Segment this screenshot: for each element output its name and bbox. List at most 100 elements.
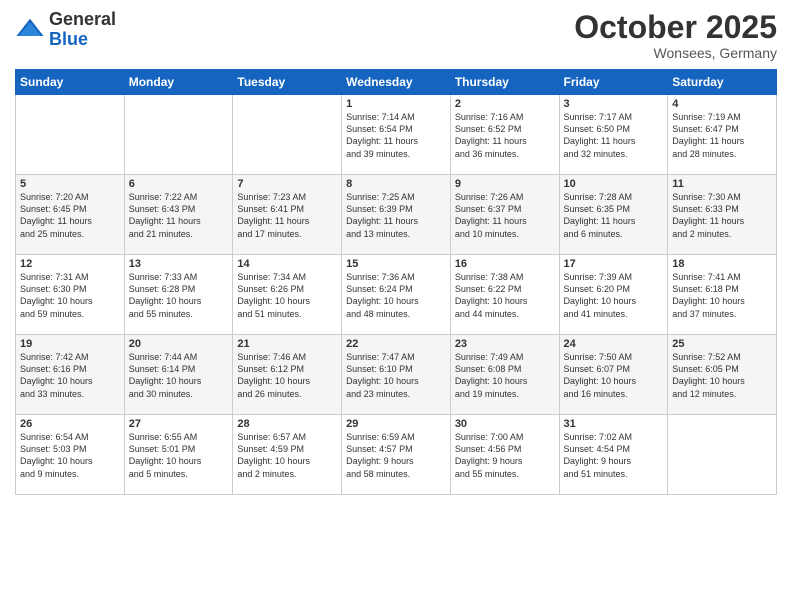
calendar-cell-2-6: 18Sunrise: 7:41 AM Sunset: 6:18 PM Dayli… [668,255,777,335]
day-info: Sunrise: 7:14 AM Sunset: 6:54 PM Dayligh… [346,111,446,160]
calendar-cell-1-2: 7Sunrise: 7:23 AM Sunset: 6:41 PM Daylig… [233,175,342,255]
calendar-cell-1-6: 11Sunrise: 7:30 AM Sunset: 6:33 PM Dayli… [668,175,777,255]
calendar-cell-2-2: 14Sunrise: 7:34 AM Sunset: 6:26 PM Dayli… [233,255,342,335]
calendar-cell-4-4: 30Sunrise: 7:00 AM Sunset: 4:56 PM Dayli… [450,415,559,495]
day-info: Sunrise: 7:17 AM Sunset: 6:50 PM Dayligh… [564,111,664,160]
day-number: 12 [20,258,120,270]
calendar-week-1: 1Sunrise: 7:14 AM Sunset: 6:54 PM Daylig… [16,95,777,175]
calendar-cell-2-1: 13Sunrise: 7:33 AM Sunset: 6:28 PM Dayli… [124,255,233,335]
col-wednesday: Wednesday [342,70,451,95]
day-number: 22 [346,338,446,350]
day-number: 4 [672,98,772,110]
day-number: 3 [564,98,664,110]
day-info: Sunrise: 7:34 AM Sunset: 6:26 PM Dayligh… [237,271,337,320]
calendar-cell-3-5: 24Sunrise: 7:50 AM Sunset: 6:07 PM Dayli… [559,335,668,415]
day-info: Sunrise: 7:31 AM Sunset: 6:30 PM Dayligh… [20,271,120,320]
day-info: Sunrise: 7:23 AM Sunset: 6:41 PM Dayligh… [237,191,337,240]
calendar-cell-2-3: 15Sunrise: 7:36 AM Sunset: 6:24 PM Dayli… [342,255,451,335]
logo-text: General Blue [49,10,116,50]
calendar-cell-4-2: 28Sunrise: 6:57 AM Sunset: 4:59 PM Dayli… [233,415,342,495]
logo-icon [15,15,45,45]
day-info: Sunrise: 7:39 AM Sunset: 6:20 PM Dayligh… [564,271,664,320]
day-info: Sunrise: 7:49 AM Sunset: 6:08 PM Dayligh… [455,351,555,400]
day-number: 27 [129,418,229,430]
calendar-cell-4-5: 31Sunrise: 7:02 AM Sunset: 4:54 PM Dayli… [559,415,668,495]
calendar-cell-1-3: 8Sunrise: 7:25 AM Sunset: 6:39 PM Daylig… [342,175,451,255]
calendar-week-4: 19Sunrise: 7:42 AM Sunset: 6:16 PM Dayli… [16,335,777,415]
calendar-cell-0-6: 4Sunrise: 7:19 AM Sunset: 6:47 PM Daylig… [668,95,777,175]
day-number: 18 [672,258,772,270]
day-number: 19 [20,338,120,350]
day-info: Sunrise: 7:00 AM Sunset: 4:56 PM Dayligh… [455,431,555,480]
day-number: 11 [672,178,772,190]
day-info: Sunrise: 7:41 AM Sunset: 6:18 PM Dayligh… [672,271,772,320]
calendar-header-row: Sunday Monday Tuesday Wednesday Thursday… [16,70,777,95]
day-number: 10 [564,178,664,190]
calendar-cell-4-3: 29Sunrise: 6:59 AM Sunset: 4:57 PM Dayli… [342,415,451,495]
day-info: Sunrise: 7:44 AM Sunset: 6:14 PM Dayligh… [129,351,229,400]
page: General Blue October 2025 Wonsees, Germa… [0,0,792,612]
calendar-cell-3-0: 19Sunrise: 7:42 AM Sunset: 6:16 PM Dayli… [16,335,125,415]
day-number: 26 [20,418,120,430]
day-number: 14 [237,258,337,270]
day-number: 1 [346,98,446,110]
day-info: Sunrise: 7:46 AM Sunset: 6:12 PM Dayligh… [237,351,337,400]
day-info: Sunrise: 7:50 AM Sunset: 6:07 PM Dayligh… [564,351,664,400]
calendar-cell-4-0: 26Sunrise: 6:54 AM Sunset: 5:03 PM Dayli… [16,415,125,495]
day-number: 24 [564,338,664,350]
day-number: 20 [129,338,229,350]
calendar-cell-1-4: 9Sunrise: 7:26 AM Sunset: 6:37 PM Daylig… [450,175,559,255]
col-thursday: Thursday [450,70,559,95]
day-info: Sunrise: 7:19 AM Sunset: 6:47 PM Dayligh… [672,111,772,160]
day-number: 13 [129,258,229,270]
calendar-cell-2-4: 16Sunrise: 7:38 AM Sunset: 6:22 PM Dayli… [450,255,559,335]
day-number: 2 [455,98,555,110]
day-info: Sunrise: 6:55 AM Sunset: 5:01 PM Dayligh… [129,431,229,480]
col-sunday: Sunday [16,70,125,95]
calendar-cell-4-6 [668,415,777,495]
day-number: 5 [20,178,120,190]
day-info: Sunrise: 7:33 AM Sunset: 6:28 PM Dayligh… [129,271,229,320]
calendar-cell-3-4: 23Sunrise: 7:49 AM Sunset: 6:08 PM Dayli… [450,335,559,415]
day-number: 30 [455,418,555,430]
day-info: Sunrise: 7:38 AM Sunset: 6:22 PM Dayligh… [455,271,555,320]
day-number: 28 [237,418,337,430]
col-monday: Monday [124,70,233,95]
day-info: Sunrise: 7:26 AM Sunset: 6:37 PM Dayligh… [455,191,555,240]
day-info: Sunrise: 7:02 AM Sunset: 4:54 PM Dayligh… [564,431,664,480]
logo-blue: Blue [49,29,88,49]
day-number: 23 [455,338,555,350]
day-number: 16 [455,258,555,270]
day-number: 7 [237,178,337,190]
calendar-cell-3-1: 20Sunrise: 7:44 AM Sunset: 6:14 PM Dayli… [124,335,233,415]
day-info: Sunrise: 7:22 AM Sunset: 6:43 PM Dayligh… [129,191,229,240]
calendar-cell-3-2: 21Sunrise: 7:46 AM Sunset: 6:12 PM Dayli… [233,335,342,415]
title-block: October 2025 Wonsees, Germany [574,10,777,61]
day-info: Sunrise: 6:54 AM Sunset: 5:03 PM Dayligh… [20,431,120,480]
calendar-cell-4-1: 27Sunrise: 6:55 AM Sunset: 5:01 PM Dayli… [124,415,233,495]
calendar-cell-1-0: 5Sunrise: 7:20 AM Sunset: 6:45 PM Daylig… [16,175,125,255]
logo-general: General [49,9,116,29]
day-info: Sunrise: 7:36 AM Sunset: 6:24 PM Dayligh… [346,271,446,320]
day-info: Sunrise: 7:30 AM Sunset: 6:33 PM Dayligh… [672,191,772,240]
day-info: Sunrise: 7:25 AM Sunset: 6:39 PM Dayligh… [346,191,446,240]
col-saturday: Saturday [668,70,777,95]
calendar-cell-0-4: 2Sunrise: 7:16 AM Sunset: 6:52 PM Daylig… [450,95,559,175]
header: General Blue October 2025 Wonsees, Germa… [15,10,777,61]
calendar-week-5: 26Sunrise: 6:54 AM Sunset: 5:03 PM Dayli… [16,415,777,495]
calendar-week-2: 5Sunrise: 7:20 AM Sunset: 6:45 PM Daylig… [16,175,777,255]
location: Wonsees, Germany [574,45,777,61]
calendar-cell-1-5: 10Sunrise: 7:28 AM Sunset: 6:35 PM Dayli… [559,175,668,255]
day-info: Sunrise: 7:42 AM Sunset: 6:16 PM Dayligh… [20,351,120,400]
calendar-cell-2-5: 17Sunrise: 7:39 AM Sunset: 6:20 PM Dayli… [559,255,668,335]
col-tuesday: Tuesday [233,70,342,95]
day-number: 29 [346,418,446,430]
month-title: October 2025 [574,10,777,45]
day-number: 9 [455,178,555,190]
calendar-cell-2-0: 12Sunrise: 7:31 AM Sunset: 6:30 PM Dayli… [16,255,125,335]
day-number: 31 [564,418,664,430]
calendar-cell-0-3: 1Sunrise: 7:14 AM Sunset: 6:54 PM Daylig… [342,95,451,175]
calendar-cell-0-1 [124,95,233,175]
day-number: 15 [346,258,446,270]
calendar-cell-0-2 [233,95,342,175]
